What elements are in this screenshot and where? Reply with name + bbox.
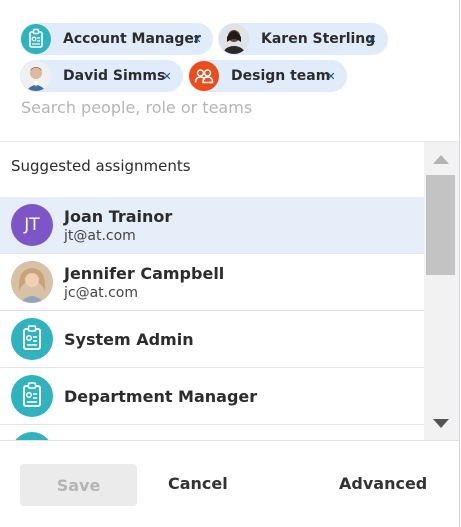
remove-chip-icon[interactable]: ✕ bbox=[364, 31, 380, 47]
item-name: Department Manager bbox=[64, 386, 258, 406]
scroll-up-icon[interactable] bbox=[433, 155, 449, 164]
cancel-button[interactable]: Cancel bbox=[168, 474, 228, 493]
scroll-down-icon[interactable] bbox=[433, 419, 449, 428]
section-heading: Suggested assignments bbox=[11, 157, 191, 175]
chip-label: Design team bbox=[231, 68, 331, 84]
avatar bbox=[11, 261, 53, 303]
chip-karen-sterling[interactable]: Karen Sterling ✕ bbox=[218, 23, 388, 55]
avatar bbox=[219, 24, 249, 54]
advanced-button[interactable]: Advanced bbox=[339, 474, 427, 493]
scrollbar-thumb[interactable] bbox=[426, 175, 455, 275]
chip-label: Karen Sterling bbox=[261, 31, 376, 47]
scrollbar[interactable] bbox=[424, 142, 459, 440]
chip-label: Account Manager bbox=[63, 31, 201, 47]
list-item-joan-trainor[interactable]: JT Joan Trainor jt@at.com bbox=[0, 197, 424, 254]
list-item-jennifer-campbell[interactable]: Jennifer Campbell jc@at.com bbox=[0, 254, 424, 311]
role-badge-icon bbox=[11, 318, 53, 360]
item-email: jt@at.com bbox=[64, 227, 136, 244]
suggestion-list: Suggested assignments JT Joan Trainor jt… bbox=[0, 142, 424, 440]
divider bbox=[0, 440, 459, 441]
list-item-partial[interactable] bbox=[0, 425, 424, 440]
role-badge-icon bbox=[11, 375, 53, 417]
list-item-department-manager[interactable]: Department Manager bbox=[0, 368, 424, 425]
remove-chip-icon[interactable]: ✕ bbox=[323, 68, 339, 84]
chip-design-team[interactable]: Design team ✕ bbox=[188, 60, 347, 92]
item-email: jc@at.com bbox=[64, 284, 139, 301]
list-item-system-admin[interactable]: System Admin bbox=[0, 311, 424, 368]
chip-david-simms[interactable]: David Simms ✕ bbox=[20, 60, 183, 92]
chip-account-manager[interactable]: Account Manager ✕ bbox=[20, 23, 213, 55]
item-name: Jennifer Campbell bbox=[64, 263, 225, 283]
role-badge-icon bbox=[21, 24, 51, 54]
avatar bbox=[21, 61, 51, 91]
role-badge-icon bbox=[11, 432, 53, 440]
chip-label: David Simms bbox=[63, 68, 166, 84]
assignment-panel: Account Manager ✕ Karen Sterling ✕ David… bbox=[0, 0, 460, 527]
item-name: Joan Trainor bbox=[64, 206, 173, 226]
item-name: System Admin bbox=[64, 329, 194, 349]
search-input[interactable] bbox=[21, 98, 321, 117]
team-icon bbox=[189, 61, 219, 91]
remove-chip-icon[interactable]: ✕ bbox=[189, 31, 205, 47]
avatar-initials: JT bbox=[11, 204, 53, 246]
remove-chip-icon[interactable]: ✕ bbox=[159, 68, 175, 84]
save-button[interactable]: Save bbox=[20, 464, 137, 506]
